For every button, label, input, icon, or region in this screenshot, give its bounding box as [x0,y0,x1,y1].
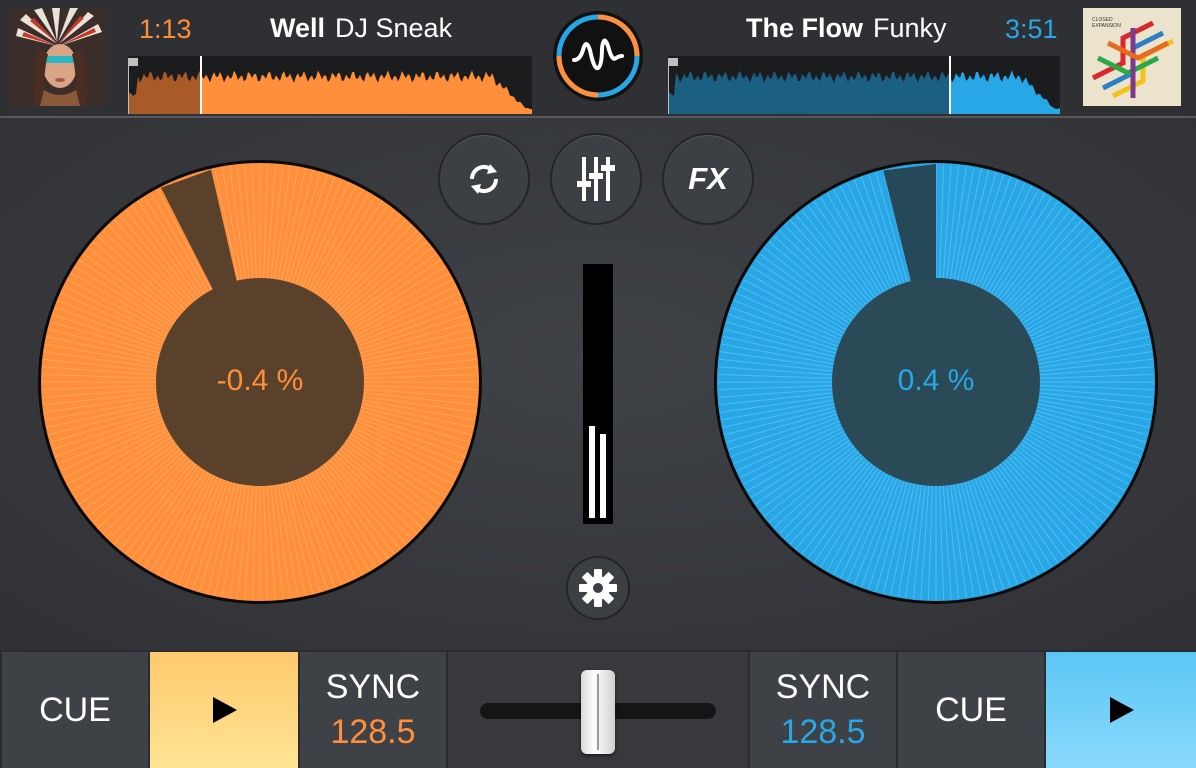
right-play-button[interactable] [1046,652,1196,768]
crossfader-area [448,652,748,768]
right-sync-label: SYNC [775,668,871,706]
left-deck-track-artist: DJ Sneak [335,13,453,43]
right-bpm: 128.5 [780,713,866,751]
play-icon [213,697,237,723]
settings-button[interactable] [566,556,630,620]
right-cue-button[interactable]: CUE [898,652,1044,768]
crossfader-handle[interactable] [581,670,615,754]
left-deck-cover-art[interactable] [8,8,106,106]
vu-meter-bar-right [600,434,606,518]
transport-bar: CUE SYNC 128.5 SYNC 128.5 CUE [0,650,1196,768]
vu-meter-bar-left [589,426,595,518]
left-play-button[interactable] [150,652,298,768]
right-deck-track-title: The Flow [746,13,863,43]
left-cue-button[interactable]: CUE [2,652,148,768]
right-cue-label: CUE [935,690,1007,729]
loop-button[interactable] [438,133,530,225]
right-deck-cover-art[interactable]: CLOSED EXPANSION [1083,8,1181,106]
left-deck-pitch: -0.4 % [216,364,304,397]
app-logo-icon[interactable] [552,10,644,102]
left-sync-button[interactable]: SYNC 128.5 [300,652,446,768]
fx-button[interactable]: FX [662,133,754,225]
right-deck-waveform[interactable] [668,56,1060,114]
top-bar: 1:13 Well DJ Sneak The Flow Funky 3:51 C… [0,0,1196,118]
vu-meter [583,264,613,524]
gear-icon [579,569,617,607]
play-icon [1110,697,1134,723]
left-bpm: 128.5 [330,713,416,751]
right-deck-pitch: 0.4 % [897,364,975,397]
left-deck-track-title: Well [270,13,326,43]
loop-icon [469,164,499,194]
right-deck-track-artist: Funky [873,13,947,43]
mixer-button[interactable] [550,133,642,225]
deck-area: -0.4 % 0.4 % FX [0,118,1196,650]
right-deck-track-info: The Flow Funky [746,13,947,44]
right-sync-button[interactable]: SYNC 128.5 [750,652,896,768]
left-sync-label: SYNC [325,668,421,706]
left-cue-label: CUE [39,690,111,729]
mixer-sliders-icon [577,157,615,201]
right-deck-time: 3:51 [1005,14,1058,44]
left-deck-time: 1:13 [139,14,192,44]
left-deck-track-info: Well DJ Sneak [270,13,452,44]
fx-label: FX [688,161,728,196]
svg-text:EXPANSION: EXPANSION [1092,23,1121,29]
left-deck-waveform[interactable] [128,56,532,114]
